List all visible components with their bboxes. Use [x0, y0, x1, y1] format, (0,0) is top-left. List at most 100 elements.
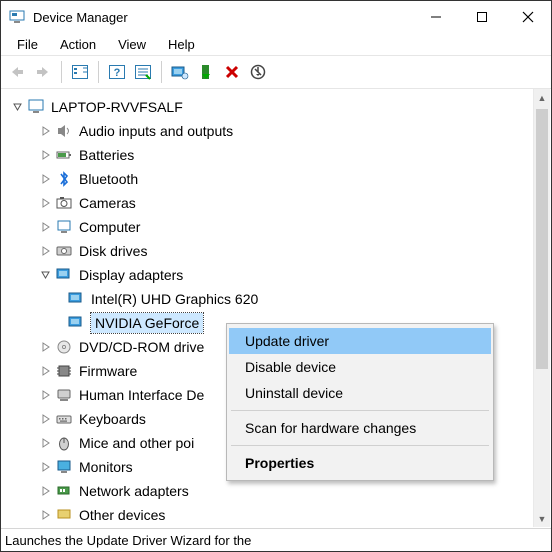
help-button[interactable]: ? [105, 60, 129, 84]
tree-item-label: Firmware [79, 363, 137, 379]
tree-item-label: Keyboards [79, 411, 146, 427]
vertical-scrollbar[interactable]: ▲ ▼ [533, 89, 550, 527]
expand-icon[interactable] [39, 124, 53, 138]
toolbar-separator [61, 61, 62, 83]
tree-item-disk[interactable]: Disk drives [7, 239, 551, 263]
tree-item-label: Other devices [79, 507, 165, 523]
expand-icon[interactable] [39, 244, 53, 258]
close-button[interactable] [505, 1, 551, 33]
other-icon [55, 506, 73, 524]
display-icon [55, 266, 73, 284]
enable-device-button[interactable] [194, 60, 218, 84]
cm-separator [231, 445, 489, 446]
tree-root[interactable]: LAPTOP-RVVFSALF [7, 95, 551, 119]
display-icon [67, 314, 85, 332]
expand-icon[interactable] [39, 364, 53, 378]
bluetooth-icon [55, 170, 73, 188]
tree-item-cameras[interactable]: Cameras [7, 191, 551, 215]
toolbar-separator [161, 61, 162, 83]
tree-item-label: Cameras [79, 195, 136, 211]
tree-item-label: Monitors [79, 459, 133, 475]
svg-text:?: ? [114, 67, 121, 79]
tree-item-batteries[interactable]: Batteries [7, 143, 551, 167]
camera-icon [55, 194, 73, 212]
tree-item-audio[interactable]: Audio inputs and outputs [7, 119, 551, 143]
minimize-button[interactable] [413, 1, 459, 33]
collapse-icon[interactable] [11, 100, 25, 114]
properties-button[interactable] [131, 60, 155, 84]
hid-icon [55, 386, 73, 404]
expand-icon[interactable] [39, 340, 53, 354]
disable-device-button[interactable] [220, 60, 244, 84]
mouse-icon [55, 434, 73, 452]
collapse-icon[interactable] [39, 268, 53, 282]
tree-item-display[interactable]: Display adapters [7, 263, 551, 287]
tree-item-bluetooth[interactable]: Bluetooth [7, 167, 551, 191]
cm-uninstall-device[interactable]: Uninstall device [229, 380, 491, 406]
disk-icon [55, 242, 73, 260]
tree-item-other[interactable]: Other devices [7, 503, 551, 527]
computer-icon [55, 218, 73, 236]
show-hide-tree-button[interactable] [68, 60, 92, 84]
tree-item-label: Disk drives [79, 243, 147, 259]
cm-update-driver[interactable]: Update driver [229, 328, 491, 354]
expand-icon[interactable] [39, 388, 53, 402]
expand-icon[interactable] [39, 172, 53, 186]
menu-file[interactable]: File [7, 35, 48, 54]
menu-action[interactable]: Action [50, 35, 106, 54]
context-menu: Update driver Disable device Uninstall d… [226, 323, 494, 481]
cm-properties[interactable]: Properties [229, 450, 491, 476]
chip-icon [55, 362, 73, 380]
scroll-up-arrow[interactable]: ▲ [534, 89, 550, 106]
expand-icon[interactable] [39, 436, 53, 450]
tree-item-label: Display adapters [79, 267, 183, 283]
tree-root-label: LAPTOP-RVVFSALF [51, 99, 183, 115]
disc-icon [55, 338, 73, 356]
uninstall-device-button[interactable] [246, 60, 270, 84]
tree-item-label: Computer [79, 219, 140, 235]
scroll-thumb[interactable] [536, 109, 548, 369]
nav-back-button[interactable] [5, 60, 29, 84]
expand-icon[interactable] [39, 220, 53, 234]
tree-item-label: Bluetooth [79, 171, 138, 187]
maximize-button[interactable] [459, 1, 505, 33]
expand-icon[interactable] [39, 508, 53, 522]
menubar: File Action View Help [1, 33, 551, 55]
tree-item-label: Audio inputs and outputs [79, 123, 233, 139]
display-icon [67, 290, 85, 308]
cm-separator [231, 410, 489, 411]
speaker-icon [55, 122, 73, 140]
expand-icon[interactable] [39, 460, 53, 474]
expand-icon[interactable] [39, 412, 53, 426]
scroll-down-arrow[interactable]: ▼ [534, 510, 550, 527]
network-icon [55, 482, 73, 500]
tree-item-label: Batteries [79, 147, 134, 163]
keyboard-icon [55, 410, 73, 428]
menu-help[interactable]: Help [158, 35, 205, 54]
tree-item-label: NVIDIA GeForce [91, 313, 203, 333]
monitor-icon [55, 458, 73, 476]
tree-item-label: DVD/CD-ROM drive [79, 339, 204, 355]
computer-icon [27, 98, 45, 116]
tree-item-computer[interactable]: Computer [7, 215, 551, 239]
window-controls [413, 1, 551, 33]
toolbar: ? [1, 55, 551, 89]
tree-item-label: Network adapters [79, 483, 189, 499]
app-icon [9, 9, 25, 25]
menu-view[interactable]: View [108, 35, 156, 54]
expand-icon[interactable] [39, 484, 53, 498]
tree-item-intel-graphics[interactable]: Intel(R) UHD Graphics 620 [7, 287, 551, 311]
expand-icon[interactable] [39, 196, 53, 210]
expand-icon[interactable] [39, 148, 53, 162]
nav-forward-button[interactable] [31, 60, 55, 84]
cm-scan-hardware[interactable]: Scan for hardware changes [229, 415, 491, 441]
statusbar: Launches the Update Driver Wizard for th… [1, 528, 551, 551]
tree-item-network[interactable]: Network adapters [7, 479, 551, 503]
tree-item-label: Human Interface De [79, 387, 204, 403]
battery-icon [55, 146, 73, 164]
tree-item-label: Intel(R) UHD Graphics 620 [91, 291, 258, 307]
toolbar-separator [98, 61, 99, 83]
window-title: Device Manager [33, 10, 413, 25]
update-driver-button[interactable] [168, 60, 192, 84]
cm-disable-device[interactable]: Disable device [229, 354, 491, 380]
